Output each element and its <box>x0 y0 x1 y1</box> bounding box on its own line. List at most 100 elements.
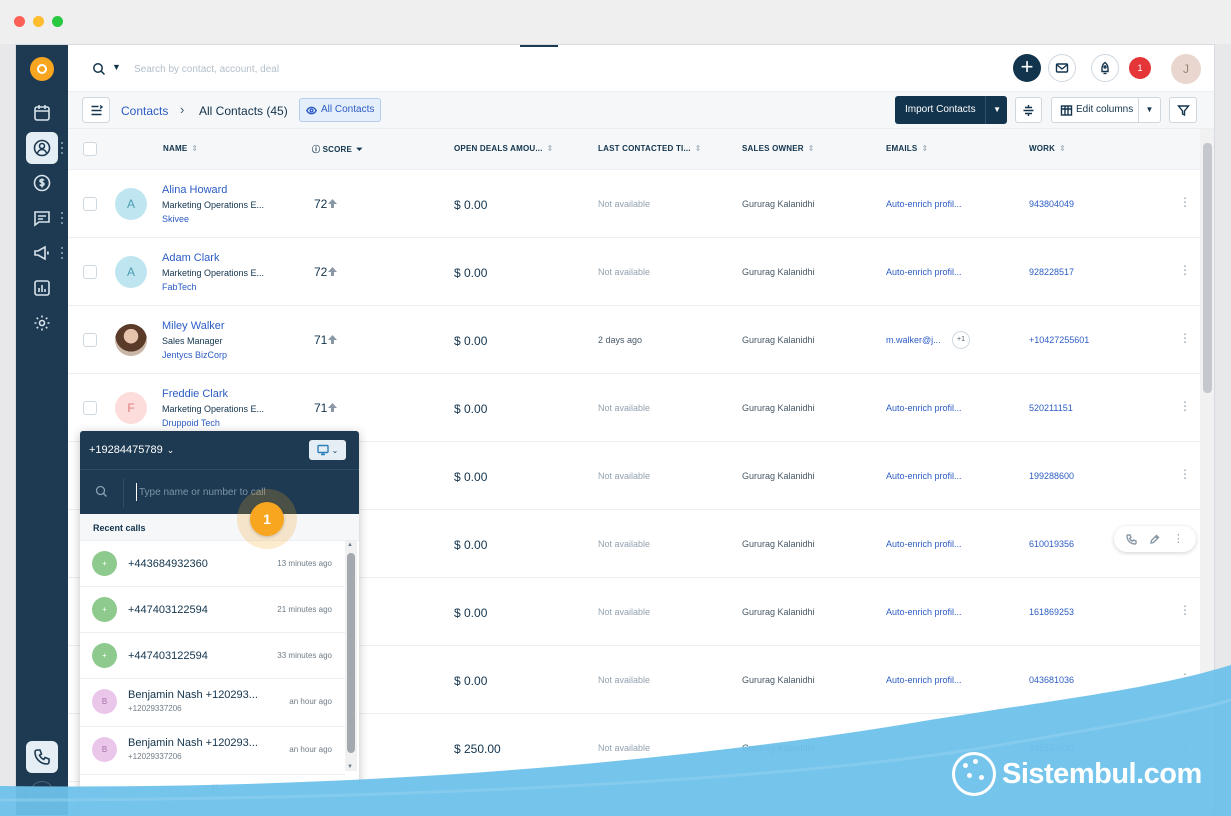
conversations-more-icon[interactable] <box>61 212 64 224</box>
table-row[interactable]: A Alina Howard Marketing Operations E...… <box>68 170 1200 238</box>
work-phone-link[interactable]: 610019356 <box>1029 539 1074 549</box>
contact-company-link[interactable]: Druppoid Tech <box>162 418 220 428</box>
sort-icon[interactable]: ⇕ <box>547 144 554 153</box>
email-link[interactable]: Auto-enrich profil... <box>886 675 962 685</box>
contact-name-link[interactable]: Adam Clark <box>162 252 219 264</box>
row-more-icon[interactable]: ⋮ <box>1179 332 1191 344</box>
recent-calls-scrollbar-thumb[interactable] <box>347 553 355 753</box>
call-icon[interactable] <box>1126 533 1137 545</box>
work-phone-link[interactable]: 161869253 <box>1029 607 1074 617</box>
dialpad-icon[interactable]: ⠿ <box>211 783 220 797</box>
column-header-open-deals[interactable]: OPEN DEALS AMOU... ⇕ <box>454 144 554 153</box>
row-checkbox[interactable] <box>83 265 97 279</box>
email-link[interactable]: Auto-enrich profil... <box>886 471 962 481</box>
column-header-score[interactable]: ⓘ SCORE ⏷ <box>312 144 363 155</box>
table-row[interactable]: Miley Walker Sales Manager Jentycs BizCo… <box>68 306 1200 374</box>
settings-gear-icon[interactable] <box>26 307 58 339</box>
import-dropdown-caret-icon[interactable]: ▼ <box>985 96 1001 124</box>
user-avatar[interactable]: J <box>1171 54 1201 84</box>
reports-icon[interactable] <box>26 272 58 304</box>
row-density-icon[interactable] <box>1015 97 1042 123</box>
chat-bubble-icon[interactable] <box>30 781 54 805</box>
column-header-work[interactable]: WORK ⇕ <box>1029 144 1066 153</box>
email-link[interactable]: m.walker@j... <box>886 335 941 345</box>
recent-call-item[interactable]: B Benjamin Nash +120293... +12029337206 … <box>80 727 345 775</box>
notification-badge[interactable]: 1 <box>1129 57 1151 79</box>
phone-icon[interactable] <box>26 741 58 773</box>
table-row[interactable]: A Adam Clark Marketing Operations E... F… <box>68 238 1200 306</box>
column-header-emails[interactable]: EMAILS ⇕ <box>886 144 928 153</box>
search-scope-dropdown[interactable]: ▼ <box>112 62 121 72</box>
edit-columns-caret-icon[interactable]: ▼ <box>1138 98 1160 122</box>
sort-icon[interactable]: ⇕ <box>191 144 198 153</box>
contact-company-link[interactable]: FabTech <box>162 282 197 292</box>
recent-call-item[interactable]: + +447403122594 33 minutes ago <box>80 633 345 679</box>
conversations-icon[interactable] <box>26 202 58 234</box>
email-link[interactable]: Auto-enrich profil... <box>886 267 962 277</box>
maximize-window-button[interactable] <box>52 16 63 27</box>
rocket-icon[interactable] <box>1091 54 1119 82</box>
row-more-icon[interactable]: ⋮ <box>1173 533 1184 545</box>
edit-pencil-icon[interactable] <box>1149 534 1160 545</box>
sort-icon[interactable]: ⇕ <box>808 144 815 153</box>
campaigns-more-icon[interactable] <box>61 247 64 259</box>
email-link[interactable]: Auto-enrich profil... <box>886 403 962 413</box>
recent-call-item[interactable]: + +443684932360 13 minutes ago <box>80 541 345 587</box>
row-checkbox[interactable] <box>83 197 97 211</box>
recent-calls-scrollbar[interactable]: ▲ ▼ <box>345 541 357 771</box>
sort-desc-icon[interactable]: ⏷ <box>356 145 363 154</box>
sort-icon[interactable]: ⇕ <box>1059 144 1066 153</box>
breadcrumb-contacts-link[interactable]: Contacts <box>121 104 168 118</box>
column-header-name[interactable]: NAME ⇕ <box>163 144 198 153</box>
column-header-sales-owner[interactable]: SALES OWNER ⇕ <box>742 144 815 153</box>
row-more-icon[interactable]: ⋮ <box>1179 196 1191 208</box>
email-link[interactable]: Auto-enrich profil... <box>886 199 962 209</box>
quick-add-button[interactable]: + <box>1013 54 1041 82</box>
sort-icon[interactable]: ⇕ <box>921 144 928 153</box>
import-contacts-button[interactable]: Import Contacts ▼ <box>895 96 1007 124</box>
select-all-checkbox[interactable] <box>83 142 97 156</box>
work-phone-link[interactable]: 943804049 <box>1029 199 1074 209</box>
app-logo-icon[interactable] <box>30 57 54 81</box>
row-more-icon[interactable]: ⋮ <box>1179 740 1191 752</box>
row-more-icon[interactable]: ⋮ <box>1179 604 1191 616</box>
row-checkbox[interactable] <box>83 401 97 415</box>
work-phone-link[interactable]: +10427255601 <box>1029 335 1089 345</box>
contact-name-link[interactable]: Miley Walker <box>162 320 225 332</box>
work-phone-link[interactable]: 520211151 <box>1029 403 1073 413</box>
row-more-icon[interactable]: ⋮ <box>1179 264 1191 276</box>
global-search-input[interactable] <box>134 60 534 78</box>
row-more-icon[interactable]: ⋮ <box>1179 468 1191 480</box>
more-emails-badge[interactable]: +1 <box>952 331 970 349</box>
audio-device-selector[interactable]: ⌄ <box>309 440 346 460</box>
scroll-down-arrow-icon[interactable]: ▼ <box>347 764 353 770</box>
minimize-window-button[interactable] <box>33 16 44 27</box>
contacts-icon[interactable] <box>26 132 58 164</box>
contact-company-link[interactable]: Jentycs BizCorp <box>162 350 227 360</box>
work-phone-link[interactable]: 199288600 <box>1029 471 1074 481</box>
work-phone-link[interactable]: 043681036 <box>1029 675 1074 685</box>
scroll-up-arrow-icon[interactable]: ▲ <box>347 542 353 548</box>
list-sidebar-toggle-icon[interactable] <box>82 97 110 123</box>
recent-call-item[interactable]: + +447403122594 21 minutes ago <box>80 587 345 633</box>
calendar-icon[interactable] <box>26 97 58 129</box>
work-phone-link[interactable]: 928228517 <box>1029 267 1074 277</box>
row-checkbox[interactable] <box>83 333 97 347</box>
filter-funnel-icon[interactable] <box>1169 97 1197 123</box>
mail-icon[interactable] <box>1048 54 1076 82</box>
search-icon[interactable] <box>92 62 106 76</box>
recent-call-item[interactable]: B Benjamin Nash +120293... +12029337206 … <box>80 679 345 727</box>
contact-name-link[interactable]: Alina Howard <box>162 184 227 196</box>
table-scrollbar-thumb[interactable] <box>1203 143 1212 393</box>
caller-number-selector[interactable]: +19284475789 ⌄ <box>89 444 174 456</box>
edit-columns-button[interactable]: Edit columns ▼ <box>1051 97 1161 123</box>
row-more-icon[interactable]: ⋮ <box>1179 672 1191 684</box>
deals-icon[interactable] <box>26 167 58 199</box>
contacts-more-icon[interactable] <box>61 142 64 154</box>
dialer-search-input[interactable] <box>136 483 336 501</box>
contact-company-link[interactable]: Skivee <box>162 214 189 224</box>
table-scrollbar[interactable] <box>1200 129 1214 815</box>
sort-icon[interactable]: ⇕ <box>695 144 702 153</box>
column-header-last-contacted[interactable]: LAST CONTACTED TI... ⇕ <box>598 144 702 153</box>
view-visibility-chip[interactable]: All Contacts <box>299 98 382 122</box>
